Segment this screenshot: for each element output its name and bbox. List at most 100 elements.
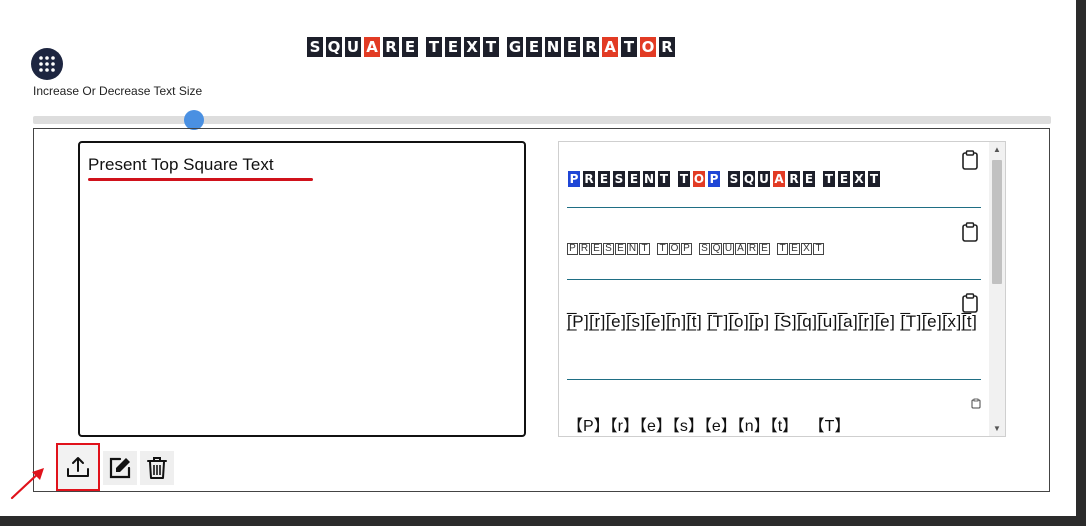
text-size-slider-thumb[interactable] — [184, 110, 204, 130]
result-2-letter-box: O — [669, 243, 680, 255]
square-style-result-1: PRESENTTOPSQUARETEXT — [567, 170, 981, 188]
title-letter-tile: N — [544, 36, 562, 58]
result-1-letter-tile: P — [707, 170, 721, 188]
result-1-letter-tile: P — [567, 170, 581, 188]
result-2-letter-box: T — [777, 243, 788, 255]
title-letter-tile: T — [620, 36, 638, 58]
result-2-letter-box: N — [627, 243, 638, 255]
result-1-letter-tile: A — [772, 170, 786, 188]
title-letter-tile: G — [506, 36, 524, 58]
scroll-down-arrow-icon[interactable]: ▼ — [993, 424, 1001, 433]
title-letter-tile: E — [444, 36, 462, 58]
result-2-letter-box — [651, 243, 656, 255]
result-1-letter-tile: X — [852, 170, 866, 188]
title-letter-tile: Q — [325, 36, 343, 58]
square-style-result-3: [̲̅P][̲̅r][̲̅e][̲̅s][̲̅e][̲̅n][̲̅t] [̲̅T… — [567, 312, 978, 331]
title-letter-tile: S — [306, 36, 324, 58]
result-1-letter-tile — [672, 170, 676, 188]
result-1-letter-tile: N — [642, 170, 656, 188]
copy-clipboard-icon-3[interactable] — [961, 293, 979, 313]
grid-icon — [39, 56, 55, 72]
result-2-letter-box: E — [591, 243, 602, 255]
title-letter-tile: O — [639, 36, 657, 58]
result-2-letter-box: R — [579, 243, 590, 255]
edit-icon — [109, 457, 131, 479]
window-edge-right — [1076, 0, 1086, 526]
result-1-letter-tile: T — [822, 170, 836, 188]
title-letter-tile: R — [658, 36, 676, 58]
annotation-arrow-icon — [10, 468, 44, 500]
delete-button[interactable] — [140, 451, 174, 485]
result-1-letter-tile: T — [677, 170, 691, 188]
result-1-letter-tile: T — [867, 170, 881, 188]
square-style-result-2: PRESENTTOPSQUARETEXT — [567, 243, 981, 255]
copy-clipboard-icon-1[interactable] — [961, 150, 979, 170]
title-letter-tile — [420, 36, 424, 58]
title-letter-tile: R — [582, 36, 600, 58]
result-1-letter-tile: R — [582, 170, 596, 188]
result-2-letter-box: X — [801, 243, 812, 255]
copy-clipboard-icon-4[interactable] — [971, 398, 981, 409]
result-2-letter-box: U — [723, 243, 734, 255]
result-2-letter-box: T — [813, 243, 824, 255]
result-divider — [567, 279, 981, 280]
copy-clipboard-icon-2[interactable] — [961, 222, 979, 242]
trash-icon — [147, 457, 167, 479]
result-2-letter-box: S — [699, 243, 710, 255]
result-1-letter-tile: S — [727, 170, 741, 188]
result-1-letter-tile: R — [787, 170, 801, 188]
title-letter-tile: A — [363, 36, 381, 58]
result-2-letter-box: E — [789, 243, 800, 255]
result-2-letter-box: S — [603, 243, 614, 255]
title-letter-tile: E — [563, 36, 581, 58]
result-1-letter-tile: E — [597, 170, 611, 188]
result-divider — [567, 207, 981, 208]
result-2-letter-box — [693, 243, 698, 255]
input-text: Present Top Square Text — [88, 155, 274, 174]
result-2-letter-box: E — [615, 243, 626, 255]
title-letter-tile — [501, 36, 505, 58]
page: SQUARETEXTGENERATOR Increase Or Decrease… — [0, 0, 1076, 516]
result-2-letter-box: E — [759, 243, 770, 255]
result-2-letter-box: T — [639, 243, 650, 255]
result-1-letter-tile: U — [757, 170, 771, 188]
site-title: SQUARETEXTGENERATOR — [306, 36, 676, 58]
square-style-result-4: 【P】【r】【e】【s】【e】【n】【t】 【T】 — [567, 418, 851, 435]
title-letter-tile: T — [482, 36, 500, 58]
edit-button[interactable] — [103, 451, 137, 485]
result-2-letter-box: T — [657, 243, 668, 255]
title-letter-tile: T — [425, 36, 443, 58]
text-input-area[interactable]: Present Top Square Text — [78, 141, 526, 437]
title-letter-tile: X — [463, 36, 481, 58]
title-letter-tile: U — [344, 36, 362, 58]
result-1-letter-tile: O — [692, 170, 706, 188]
result-2-letter-box: Q — [711, 243, 722, 255]
title-letter-tile: E — [525, 36, 543, 58]
title-letter-tile: A — [601, 36, 619, 58]
result-2-letter-box — [771, 243, 776, 255]
input-underline-mark — [88, 178, 313, 181]
text-size-label: Increase Or Decrease Text Size — [33, 84, 203, 98]
result-2-letter-box: A — [735, 243, 746, 255]
result-1-letter-tile: E — [837, 170, 851, 188]
result-1-letter-tile: E — [802, 170, 816, 188]
result-divider — [567, 379, 981, 380]
result-2-letter-box: P — [681, 243, 692, 255]
result-2-letter-box: R — [747, 243, 758, 255]
upload-icon — [67, 457, 89, 477]
scroll-up-arrow-icon[interactable]: ▲ — [993, 145, 1001, 154]
output-results-panel[interactable]: PRESENTTOPSQUARETEXT PRESENTTOPSQUARETEX… — [558, 141, 1006, 437]
window-edge-bottom — [0, 516, 1086, 526]
result-1-letter-tile: Q — [742, 170, 756, 188]
result-1-letter-tile: T — [657, 170, 671, 188]
result-1-letter-tile — [722, 170, 726, 188]
output-scrollbar[interactable]: ▲ ▼ — [989, 142, 1005, 436]
apps-grid-button[interactable] — [31, 48, 63, 80]
result-1-letter-tile: E — [627, 170, 641, 188]
scrollbar-thumb[interactable] — [992, 160, 1002, 284]
result-1-letter-tile: S — [612, 170, 626, 188]
upload-button[interactable] — [56, 443, 100, 491]
result-2-letter-box: P — [567, 243, 578, 255]
title-letter-tile: E — [401, 36, 419, 58]
result-1-letter-tile — [817, 170, 821, 188]
